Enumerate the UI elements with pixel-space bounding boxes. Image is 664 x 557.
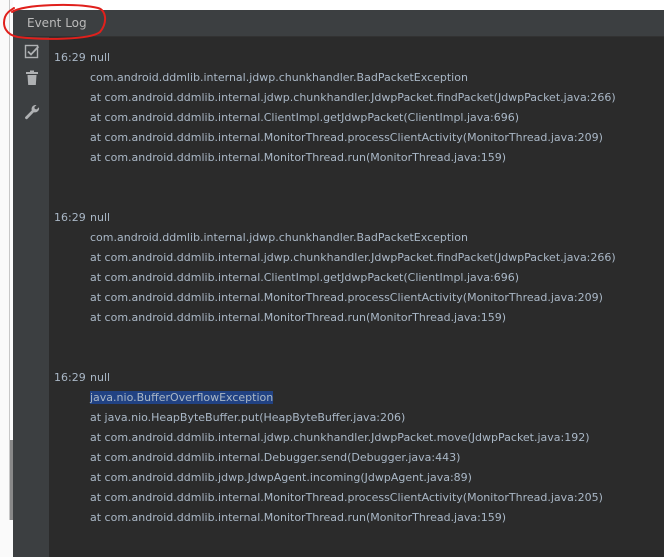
wrench-icon	[25, 104, 40, 120]
entry-line: at com.android.ddmlib.internal.MonitorTh…	[90, 491, 603, 504]
editor-left-strip	[0, 0, 13, 557]
entry-line: at com.android.ddmlib.internal.jdwp.chun…	[90, 251, 616, 264]
entry-line: at java.nio.HeapByteBuffer.put(HeapByteB…	[90, 411, 406, 424]
entry-line: null	[90, 51, 111, 64]
entry-line: at com.android.ddmlib.internal.jdwp.chun…	[90, 431, 590, 444]
entry-line: at com.android.ddmlib.internal.Debugger.…	[90, 451, 461, 464]
mark-read-icon	[24, 44, 40, 59]
entry-line-selected[interactable]: java.nio.BufferOverflowException	[90, 388, 603, 408]
event-log-toolbar	[13, 37, 49, 557]
entry-line: at com.android.ddmlib.internal.ClientImp…	[90, 111, 520, 124]
entry-line: at com.android.ddmlib.internal.MonitorTh…	[90, 311, 507, 324]
mark-read-button[interactable]	[23, 43, 41, 61]
entry-line: com.android.ddmlib.internal.jdwp.chunkha…	[90, 231, 468, 244]
entry-line: at com.android.ddmlib.internal.MonitorTh…	[90, 131, 603, 144]
entry-line: at com.android.ddmlib.jdwp.JdwpAgent.inc…	[90, 471, 472, 484]
entry-line: at com.android.ddmlib.internal.MonitorTh…	[90, 511, 507, 524]
clear-all-button[interactable]	[23, 69, 41, 87]
entry-line: at com.android.ddmlib.internal.ClientImp…	[90, 271, 520, 284]
entry-line: com.android.ddmlib.internal.jdwp.chunkha…	[90, 71, 468, 84]
entry-line: null	[90, 211, 111, 224]
panel-title[interactable]: Event Log	[27, 16, 87, 30]
entry-line: at com.android.ddmlib.internal.MonitorTh…	[90, 291, 603, 304]
selected-text: java.nio.BufferOverflowException	[90, 391, 274, 404]
tool-window-header: Event Log	[13, 10, 664, 37]
settings-button[interactable]	[23, 103, 41, 121]
entry-lines: null java.nio.BufferOverflowException at…	[90, 368, 603, 528]
entry-lines: null com.android.ddmlib.internal.jdwp.ch…	[90, 48, 616, 168]
event-log-content[interactable]: 16:29 null com.android.ddmlib.internal.j…	[49, 37, 664, 557]
entry-line: at com.android.ddmlib.internal.jdwp.chun…	[90, 91, 616, 104]
entry-time: 16:29	[54, 211, 86, 224]
entry-lines: null com.android.ddmlib.internal.jdwp.ch…	[90, 208, 616, 328]
entry-line: null	[90, 371, 111, 384]
entry-time: 16:29	[54, 51, 86, 64]
trash-icon	[26, 70, 38, 85]
entry-line: at com.android.ddmlib.internal.MonitorTh…	[90, 151, 507, 164]
event-log-panel: Event Log 16:29 null com.android.ddmlib.…	[13, 10, 664, 557]
entry-time: 16:29	[54, 371, 86, 384]
